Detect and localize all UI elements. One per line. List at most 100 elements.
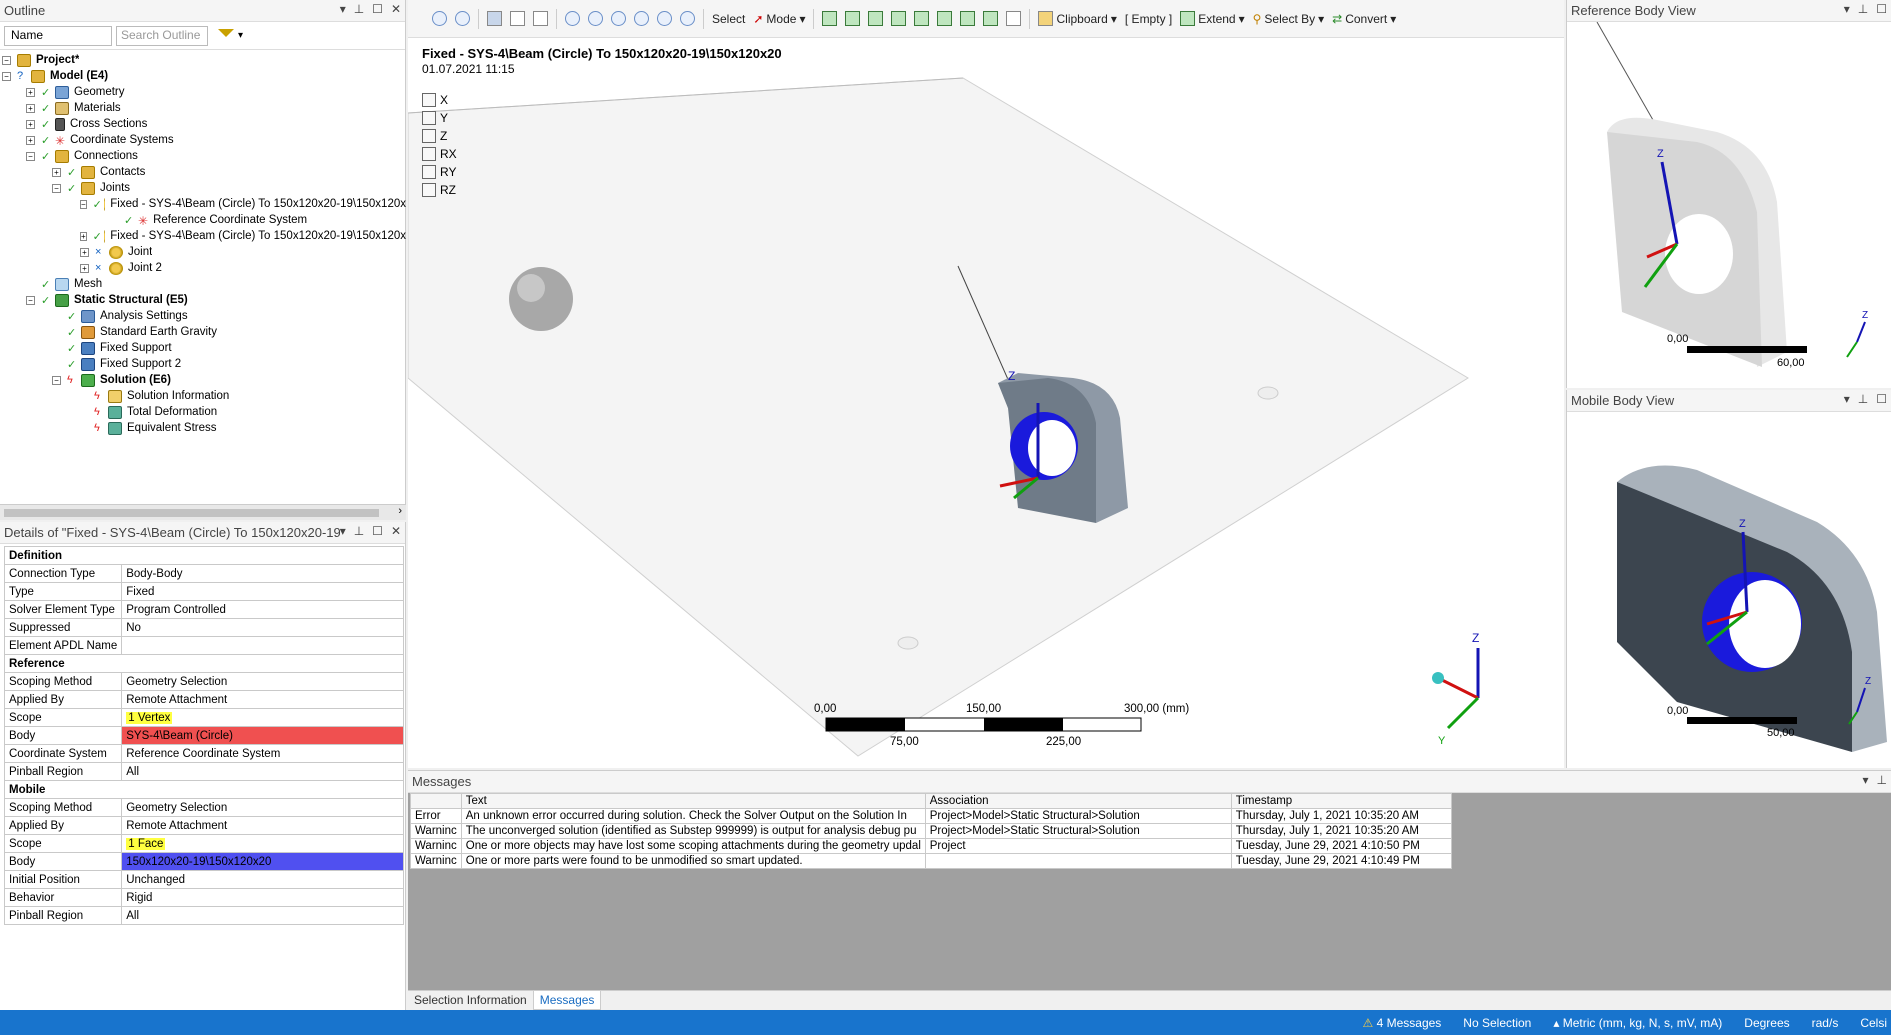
pan-icon[interactable] [588, 11, 603, 26]
pin-icon[interactable]: ⊥ [1858, 392, 1868, 406]
maximize-icon[interactable]: ☐ [1876, 2, 1887, 16]
dof-z[interactable]: Z [422, 129, 447, 143]
maximize-icon[interactable]: ☐ [372, 524, 383, 538]
dof-rx[interactable]: RX [422, 147, 457, 161]
pin-icon[interactable]: ⊥ [1877, 773, 1887, 787]
detail-value[interactable]: Rigid [121, 888, 404, 907]
section-definition[interactable]: Definition [4, 546, 404, 565]
detail-value[interactable]: Body-Body [121, 564, 404, 583]
tree-item-joint[interactable]: + × Joint [80, 244, 152, 260]
tree-item-joint-2[interactable]: + × Joint 2 [80, 260, 162, 276]
dropdown-icon[interactable]: ▾ [340, 2, 346, 16]
mobile-body-view[interactable]: Mobile Body View ▾ ⊥ ☐ Z 0,00 50,00 Z [1566, 390, 1891, 768]
checkbox-icon[interactable] [422, 165, 436, 179]
section-mobile[interactable]: Mobile [4, 780, 404, 799]
tree-item-coordinate-systems[interactable]: + ✓ ✳ Coordinate Systems [26, 132, 174, 148]
tree-item-project[interactable]: − Project* [2, 52, 79, 68]
tree-item-connections[interactable]: − ✓ Connections [26, 148, 138, 164]
pin-icon[interactable]: ⊥ [1858, 2, 1868, 16]
pin-icon[interactable]: ⊥ [354, 2, 364, 16]
select-node-icon[interactable] [914, 11, 930, 26]
zoom-in-icon[interactable] [432, 11, 447, 26]
filter-type-select[interactable]: Name [4, 25, 112, 46]
detail-value[interactable]: Remote Attachment [121, 816, 404, 835]
tree-item-reference-coordinate-system[interactable]: ✓ ✳ Reference Coordinate System [124, 212, 307, 228]
message-row[interactable]: Warninc The unconverged solution (identif… [410, 823, 1452, 839]
select-button[interactable]: Select [712, 12, 745, 26]
tree-item-equivalent-stress[interactable]: ϟ Equivalent Stress [94, 420, 217, 436]
rotational-velocity-units-status[interactable]: rad/s [1812, 1016, 1839, 1030]
search-outline-input[interactable]: Search Outline [116, 25, 208, 46]
zoom-fit-icon[interactable] [657, 11, 672, 26]
close-icon[interactable]: ✕ [391, 524, 401, 538]
chevron-down-icon[interactable]: ▾ [238, 30, 243, 41]
section-icon[interactable] [533, 11, 548, 26]
detail-value[interactable]: Remote Attachment [121, 690, 404, 709]
show-hide-icon[interactable] [1006, 11, 1022, 26]
detail-value[interactable]: Geometry Selection [121, 672, 404, 691]
detail-value[interactable]: All [121, 762, 404, 781]
messages-status[interactable]: ⚠ 4 Messages [1362, 1016, 1441, 1030]
outline-horizontal-scrollbar[interactable]: › [0, 504, 406, 520]
view-solid-icon[interactable] [487, 11, 502, 26]
message-row[interactable]: Warninc One or more objects may have lost… [410, 838, 1452, 854]
viewport-scene[interactable]: Z Z Y [408, 38, 1564, 768]
magnifier-icon[interactable] [680, 11, 695, 26]
reference-scope-value[interactable]: 1 Vertex [121, 708, 404, 727]
mode-dropdown[interactable]: ➚ Mode ▾ [753, 12, 805, 26]
scroll-right-icon[interactable]: › [398, 505, 402, 517]
detail-value[interactable]: Fixed [121, 582, 404, 601]
tree-item-joints[interactable]: − ✓ Joints [52, 180, 130, 196]
select-element-face-icon[interactable] [937, 11, 953, 26]
tree-item-fixed-joint-1[interactable]: − ✓ Fixed - SYS-4\Beam (Circle) To 150x120… [80, 196, 406, 212]
rotate-icon[interactable] [565, 11, 580, 26]
zoom-icon[interactable] [611, 11, 626, 26]
tree-item-materials[interactable]: + ✓ Materials [26, 100, 121, 116]
tree-item-contacts[interactable]: + ✓ Contacts [52, 164, 145, 180]
select-vertex-icon[interactable] [822, 11, 838, 26]
zoom-out-icon[interactable] [455, 11, 470, 26]
detail-value[interactable]: Unchanged [121, 870, 404, 889]
close-icon[interactable]: ✕ [391, 2, 401, 16]
tree-item-standard-earth-gravity[interactable]: ✓ Standard Earth Gravity [67, 324, 217, 340]
tree-item-geometry[interactable]: + ✓ Geometry [26, 84, 125, 100]
select-by-dropdown[interactable]: ⚲ Select By ▾ [1253, 12, 1325, 26]
tab-messages[interactable]: Messages [532, 991, 602, 1010]
dropdown-icon[interactable]: ▾ [340, 524, 346, 538]
tree-item-analysis-settings[interactable]: ✓ Analysis Settings [67, 308, 188, 324]
tree-item-total-deformation[interactable]: ϟ Total Deformation [94, 404, 217, 420]
dropdown-icon[interactable]: ▾ [1844, 2, 1850, 16]
checkbox-icon[interactable] [422, 183, 436, 197]
pin-icon[interactable]: ⊥ [354, 524, 364, 538]
select-mesh-icon[interactable] [983, 11, 999, 26]
detail-value[interactable]: Reference Coordinate System [121, 744, 404, 763]
tab-selection-information[interactable]: Selection Information [408, 991, 533, 1010]
tree-item-fixed-joint-2[interactable]: + ✓ Fixed - SYS-4\Beam (Circle) To 150x120… [80, 228, 406, 244]
detail-value[interactable]: All [121, 906, 404, 925]
dropdown-icon[interactable]: ▾ [1863, 773, 1869, 787]
detail-value[interactable] [121, 636, 404, 655]
extend-dropdown[interactable]: Extend ▾ [1180, 11, 1245, 26]
section-reference[interactable]: Reference [4, 654, 404, 673]
scrollbar-thumb[interactable] [4, 509, 379, 517]
maximize-icon[interactable]: ☐ [1876, 392, 1887, 406]
maximize-icon[interactable]: ☐ [372, 2, 383, 16]
detail-value[interactable]: Program Controlled [121, 600, 404, 619]
dof-y[interactable]: Y [422, 111, 448, 125]
detail-value[interactable]: Geometry Selection [121, 798, 404, 817]
mobile-scope-value[interactable]: 1 Face [121, 834, 404, 853]
tree-item-mesh[interactable]: ✓ Mesh [41, 276, 102, 292]
select-body-icon[interactable] [891, 11, 907, 26]
select-edge-icon[interactable] [845, 11, 861, 26]
column-header-association[interactable]: Association [924, 793, 1232, 809]
dof-x[interactable]: X [422, 93, 448, 107]
dropdown-icon[interactable]: ▾ [1844, 392, 1850, 406]
reference-body-view[interactable]: Reference Body View ▾ ⊥ ☐ Z 0,00 60,00 Z [1566, 0, 1891, 388]
tree-item-fixed-support-2[interactable]: ✓ Fixed Support 2 [67, 356, 181, 372]
checkbox-icon[interactable] [422, 111, 436, 125]
box-zoom-icon[interactable] [634, 11, 649, 26]
column-header-type[interactable] [410, 793, 462, 809]
angle-units-status[interactable]: Degrees [1744, 1016, 1789, 1030]
convert-dropdown[interactable]: ⇄ Convert ▾ [1332, 12, 1396, 26]
tree-item-cross-sections[interactable]: + ✓ Cross Sections [26, 116, 147, 132]
